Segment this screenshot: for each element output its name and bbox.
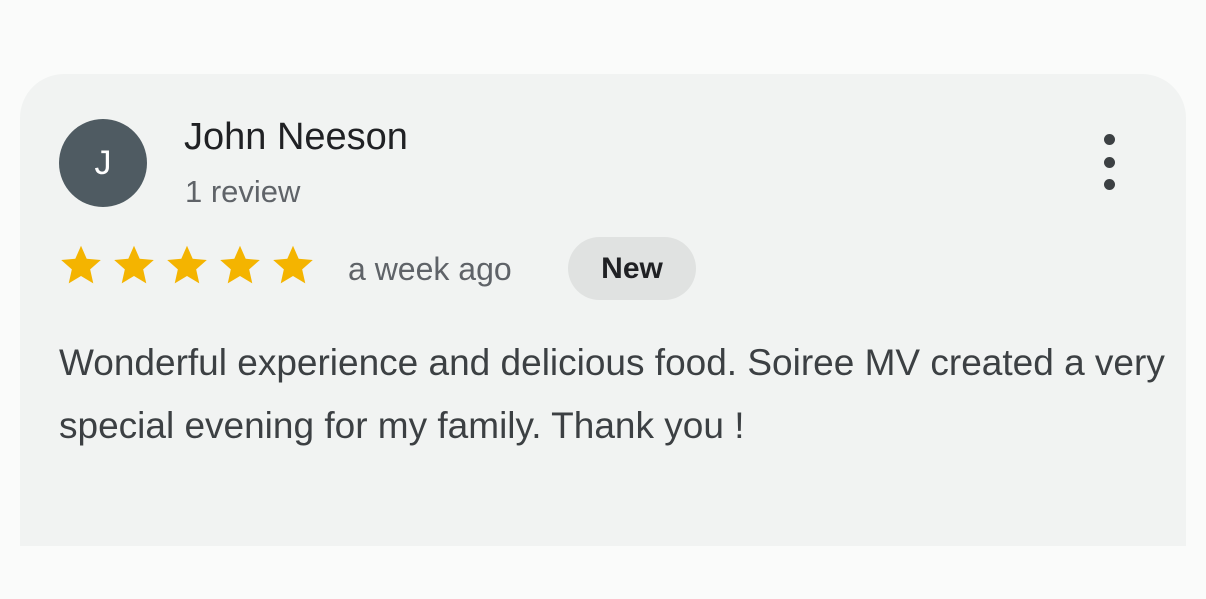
star-icon bbox=[217, 243, 263, 287]
star-icon bbox=[58, 243, 104, 287]
review-text: Wonderful experience and delicious food.… bbox=[59, 342, 1165, 446]
review-count[interactable]: 1 review bbox=[185, 171, 300, 213]
more-dot bbox=[1103, 134, 1115, 145]
review-time: a week ago bbox=[348, 251, 512, 287]
star-icon bbox=[111, 243, 157, 287]
new-badge: New bbox=[568, 237, 696, 300]
avatar[interactable]: J bbox=[59, 119, 147, 207]
more-dot bbox=[1103, 156, 1115, 168]
more-dot bbox=[1103, 179, 1115, 190]
more-vert-icon[interactable] bbox=[1092, 130, 1126, 194]
avatar-initial: J bbox=[94, 143, 112, 182]
star-icon bbox=[164, 243, 210, 287]
star-rating bbox=[58, 243, 316, 287]
reviewer-name[interactable]: John Neeson bbox=[184, 113, 408, 161]
star-icon bbox=[270, 243, 316, 287]
